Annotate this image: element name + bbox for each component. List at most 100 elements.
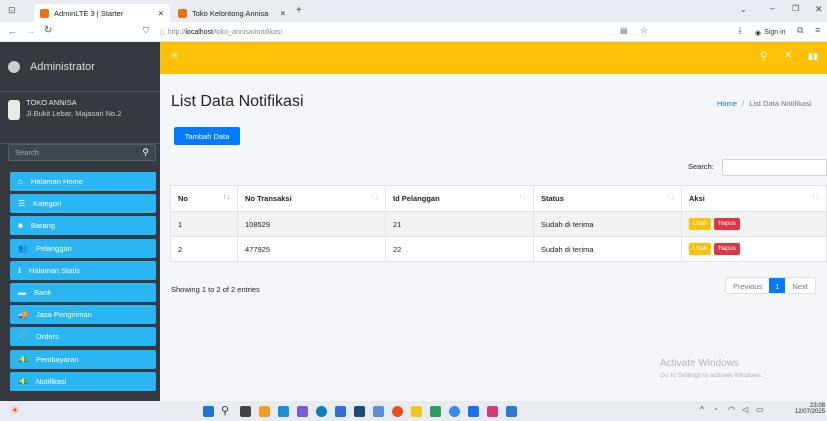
delete-button[interactable]: Hapus <box>714 218 740 230</box>
search-icon[interactable]: ⚲ <box>760 51 767 62</box>
close-window-icon[interactable]: ✕ <box>815 4 823 15</box>
pagination-page-1[interactable]: 1 <box>769 278 786 293</box>
vscode-icon[interactable] <box>506 406 517 417</box>
top-navbar: ≡ ⚲ ✕ ▮▮ <box>160 42 827 74</box>
sidebar-item-label: Halaman Home <box>30 177 83 186</box>
column-header-no[interactable]: No ↑↓ <box>170 185 238 212</box>
sidebar-item-jasa-pengiriman[interactable]: 🚚 Jasa Pengiriman <box>10 305 156 325</box>
sign-in-label: Sign in <box>764 29 786 36</box>
delete-button[interactable]: Hapus <box>714 243 740 255</box>
firefox-icon[interactable] <box>392 406 403 417</box>
box-icon: ■ <box>18 221 23 231</box>
browser-tab-toko[interactable]: Toko Kelontong Annisa ✕ <box>172 4 292 22</box>
cell-id-pelanggan: 22 <box>385 236 534 262</box>
pagination-next[interactable]: Next <box>785 278 814 293</box>
app-icon[interactable] <box>297 406 308 417</box>
tab-favicon-icon <box>40 8 49 18</box>
info-icon: ℹ <box>18 265 22 275</box>
tab-overview-icon[interactable]: ⊡ <box>8 5 16 16</box>
sidebar-item-kategori[interactable]: ☰ Kategori <box>10 194 156 214</box>
wifi-icon[interactable]: ◠ <box>728 405 735 414</box>
weather-widget-icon[interactable]: ☀ <box>10 404 20 417</box>
chrome-icon[interactable] <box>449 406 460 417</box>
edge-icon[interactable] <box>316 406 327 417</box>
menu-icon[interactable]: ≡ <box>815 25 820 35</box>
user-name[interactable]: TOKO ANNISA <box>26 98 77 107</box>
tray-app-icon[interactable]: ◔ <box>713 405 718 414</box>
search-icon[interactable]: ⚲ <box>142 147 149 158</box>
widgets-icon[interactable] <box>259 406 270 417</box>
task-view-icon[interactable] <box>240 406 251 417</box>
pagination-previous[interactable]: Previous <box>726 278 769 293</box>
app-icon[interactable] <box>278 406 289 417</box>
column-header-id-pelanggan[interactable]: Id Pelanggan ↑↓ <box>385 185 534 212</box>
start-icon[interactable] <box>203 406 214 417</box>
sidebar-item-barang[interactable]: ■ Barang <box>10 216 156 236</box>
reload-icon[interactable]: ↻ <box>44 25 52 36</box>
sidebar-search[interactable]: Search ⚲ <box>8 144 156 161</box>
edit-button[interactable]: Ubah <box>689 218 712 230</box>
brand-logo-icon <box>8 60 20 73</box>
reader-view-icon[interactable]: ▤ <box>620 26 628 35</box>
browser-tab-adminlte[interactable]: AdminLTE 3 | Starter ✕ <box>34 4 170 22</box>
content-wrapper: List Data Notifikasi Home / List Data No… <box>160 74 827 401</box>
tab-list-icon[interactable]: ⌄ <box>740 5 747 14</box>
sidebar-item-halaman-statis[interactable]: ℹ Halaman Statis <box>10 260 156 280</box>
bookmark-star-icon[interactable]: ☆ <box>640 25 648 36</box>
forward-icon[interactable]: → <box>26 26 35 36</box>
dropbox-icon[interactable] <box>354 406 365 417</box>
edit-button[interactable]: Ubah <box>689 243 712 255</box>
battery-icon[interactable]: ▭ <box>756 405 764 414</box>
sidebar-item-pelanggan[interactable]: 👥 Pelanggan <box>10 238 156 258</box>
sidebar-item-notifikasi[interactable]: 💵 Notifikasi <box>10 371 156 391</box>
search-input[interactable]: Search <box>15 148 39 157</box>
restore-icon[interactable]: ❐ <box>792 4 799 13</box>
close-tab-icon[interactable]: ✕ <box>158 9 164 18</box>
sidebar-item-orders[interactable]: 🛒 Orders <box>10 327 156 347</box>
sidebar-item-label: Jasa Pengiriman <box>35 310 92 320</box>
sidebar-item-bank[interactable]: ▬ Bank <box>10 283 156 302</box>
sidebar-item-label: Pembayaran <box>35 354 79 364</box>
search-icon[interactable]: ⚲ <box>221 404 229 417</box>
sort-icon: ↑↓ <box>667 194 674 201</box>
clock[interactable]: 23:08 12/07/2025 <box>787 403 825 415</box>
column-header-aksi[interactable]: Aksi ↑↓ <box>681 185 827 212</box>
brand-link[interactable]: Administrator <box>0 42 160 92</box>
sidebar-item-halaman-home[interactable]: ⌂ Halaman Home <box>10 172 156 191</box>
hamburger-icon[interactable]: ≡ <box>172 51 178 62</box>
sign-in-button[interactable]: ◉ Sign in <box>755 26 786 39</box>
url-field[interactable]: ▯ http://localhost/toko_annisa/notifikas… <box>160 25 610 39</box>
close-tab-icon[interactable]: ✕ <box>280 9 286 18</box>
app-icon[interactable] <box>373 406 384 417</box>
data-table: No ↑↓ No Transaksi ↑↓ Id Pelanggan ↑↓ Statu… <box>170 185 827 262</box>
url-path: /toko_annisa/notifikasi <box>213 28 282 36</box>
app-icon[interactable] <box>335 406 346 417</box>
column-header-no-transaksi[interactable]: No Transaksi ↑↓ <box>237 185 386 212</box>
column-header-status[interactable]: Status ↑↓ <box>533 185 682 212</box>
breadcrumb-home[interactable]: Home <box>717 99 737 108</box>
sidebar-item-pembayaran[interactable]: 💵 Pembayaran <box>10 349 156 369</box>
back-icon[interactable]: ← <box>8 26 17 36</box>
sidebar-item-label: Orders <box>35 332 59 342</box>
app-icon[interactable] <box>430 406 441 417</box>
users-icon: 👥 <box>18 243 28 253</box>
add-data-button[interactable]: Tambah Data <box>174 127 240 145</box>
file-explorer-icon[interactable] <box>411 406 422 417</box>
fullscreen-icon[interactable]: ✕ <box>784 50 792 61</box>
breadcrumb-current: List Data Notifikasi <box>749 99 812 108</box>
table-search-input[interactable] <box>722 159 827 176</box>
sort-asc-icon: ↑↓ <box>223 194 230 201</box>
shield-icon[interactable]: ⛉ <box>143 26 149 36</box>
tray-chevron-icon[interactable]: ^ <box>700 405 704 414</box>
minimize-icon[interactable]: – <box>770 3 775 13</box>
new-tab-icon[interactable]: + <box>296 5 302 16</box>
extensions-icon[interactable]: ⧉ <box>797 25 803 36</box>
volume-icon[interactable]: ◁ <box>742 405 748 414</box>
breadcrumb-separator: / <box>742 99 745 108</box>
download-icon[interactable]: ⤓ <box>738 25 742 36</box>
control-sidebar-icon[interactable]: ▮▮ <box>808 51 818 62</box>
page-title: List Data Notifikasi <box>171 93 304 110</box>
sidebar-item-label: Pelanggan <box>35 243 72 253</box>
app-icon[interactable] <box>468 406 479 417</box>
app-icon[interactable] <box>487 406 498 417</box>
